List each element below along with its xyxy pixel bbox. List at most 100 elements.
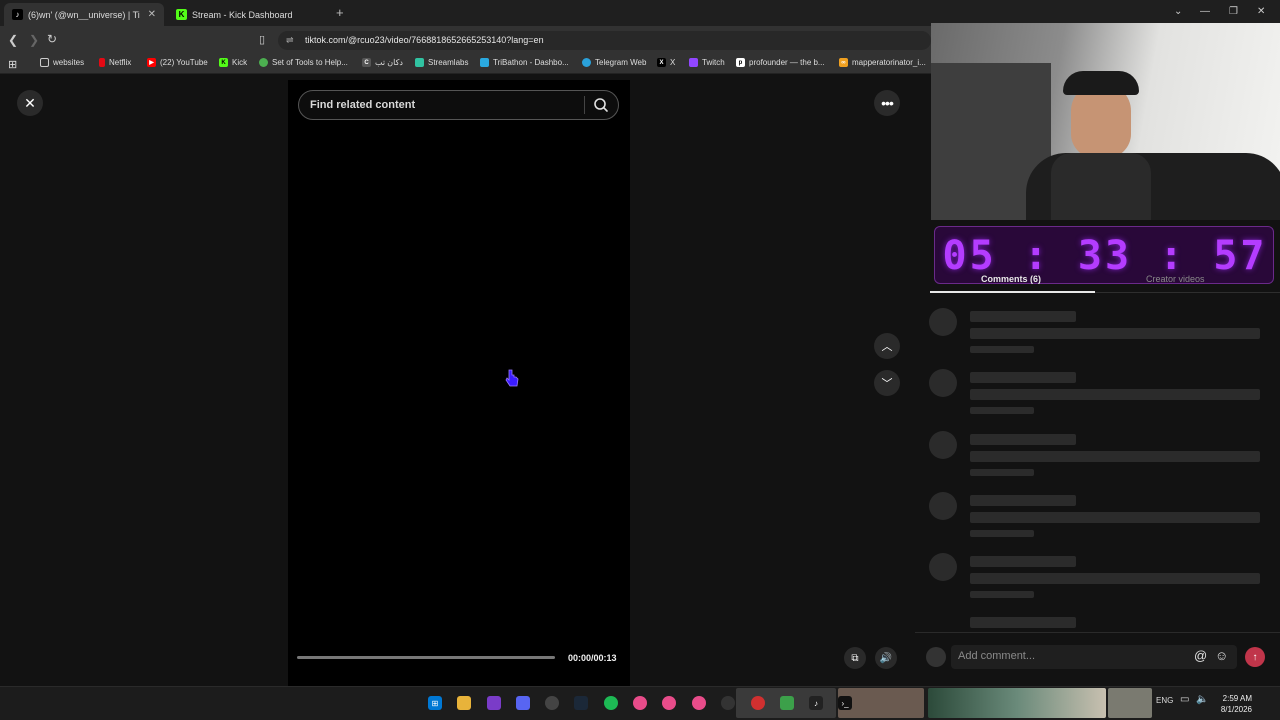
speaker-icon: 🔊 (879, 652, 893, 664)
steam-icon[interactable] (574, 696, 588, 710)
recording-icon[interactable] (751, 696, 765, 710)
system-clock[interactable]: 2:59 AM 8/1/2026 (1212, 693, 1252, 715)
discord-icon[interactable] (516, 696, 530, 710)
osu-icon[interactable] (662, 696, 676, 710)
bookmark-youtube[interactable]: ▶ (22) YouTube (147, 58, 208, 67)
tab-label: Stream - Kick Dashboard (192, 9, 293, 20)
skeleton-line (970, 451, 1260, 462)
skeleton-line (970, 512, 1260, 523)
volume-icon[interactable]: 🔈 (1196, 694, 1208, 705)
search-bar[interactable]: Find related content (298, 90, 619, 120)
twitch-icon (689, 58, 698, 67)
bookmark-mapperatorinator[interactable]: ∞ mapperatorinator_i... (839, 58, 926, 67)
bookmark-label: Twitch (702, 58, 725, 67)
video-player[interactable] (288, 80, 630, 686)
arrow-up-icon: ↑ (1252, 651, 1258, 663)
bookmark-label: profounder — the b... (749, 58, 825, 67)
tab-search-icon[interactable]: ⌄ (1174, 6, 1182, 17)
bookmark-tribathon[interactable]: TriBathon - Dashbo... (480, 58, 569, 67)
minimize-button[interactable]: — (1200, 6, 1210, 17)
osu-icon[interactable] (633, 696, 647, 710)
youtube-icon: ▶ (147, 58, 156, 67)
maximize-button[interactable]: ❐ (1229, 6, 1238, 17)
comment-field[interactable]: Add comment... @ ☺ (951, 645, 1237, 669)
tab-kick[interactable]: K Stream - Kick Dashboard (168, 3, 328, 26)
apps-icon[interactable]: ⊞ (8, 58, 17, 71)
site-info-icon[interactable]: ⇌ (286, 35, 294, 46)
mention-icon[interactable]: @ (1194, 648, 1207, 663)
terminal-icon[interactable]: ›_ (838, 696, 852, 710)
more-icon: ••• (881, 95, 894, 111)
skeleton-line (970, 389, 1260, 400)
file-explorer-icon[interactable] (457, 696, 471, 710)
skeleton-line (970, 495, 1076, 506)
skeleton-avatar (929, 431, 957, 459)
osu-icon[interactable] (692, 696, 706, 710)
obs-icon[interactable] (545, 696, 559, 710)
skeleton-line (970, 617, 1076, 628)
bookmark-x[interactable]: XX (657, 58, 675, 67)
kick-icon: K (176, 9, 187, 20)
taskbar-thumbnail[interactable] (1108, 688, 1152, 718)
previous-video-button[interactable]: ︿ (874, 333, 900, 359)
skeleton-line (970, 573, 1260, 584)
volume-button[interactable]: 🔊 (875, 647, 897, 669)
tab-tiktok[interactable]: ♪ (6)wn' (@wn__universe) | TikT ✕ (4, 3, 164, 26)
next-video-button[interactable]: ﹀ (874, 370, 900, 396)
forward-button[interactable]: ❯ (29, 33, 39, 47)
skeleton-line (970, 434, 1076, 445)
floating-player-button[interactable]: ⧉ (844, 647, 866, 669)
app-icon[interactable] (487, 696, 501, 710)
bookmark-websites[interactable]: websites (40, 58, 84, 67)
bookmark-telegram[interactable]: Telegram Web (582, 58, 646, 67)
tab-label: (6)wn' (@wn__universe) | TikT (28, 9, 140, 20)
network-icon[interactable]: ▭ (1180, 694, 1189, 705)
kick-icon: K (219, 58, 228, 67)
bookmark-tools[interactable]: Set of Tools to Help... (259, 58, 348, 67)
video-progress-bar[interactable] (297, 656, 555, 659)
bookmark-kick[interactable]: K Kick (219, 58, 247, 67)
bookmark-streamlabs[interactable]: Streamlabs (415, 58, 468, 67)
bookmark-twitch[interactable]: Twitch (689, 58, 725, 67)
emoji-icon[interactable]: ☺ (1215, 648, 1228, 663)
bookmark-label: دكان تب (375, 58, 403, 67)
streamer-cap (1063, 71, 1139, 95)
telegram-icon (582, 58, 591, 67)
more-options-button[interactable]: ••• (874, 90, 900, 116)
close-video-button[interactable]: ✕ (17, 90, 43, 116)
bookmark-arabic[interactable]: C دكان تب (362, 58, 403, 67)
spotify-icon[interactable] (604, 696, 618, 710)
bookmark-label: Streamlabs (428, 58, 469, 67)
language-indicator[interactable]: ENG (1156, 696, 1173, 705)
skeleton-avatar (929, 308, 957, 336)
start-icon[interactable]: ⊞ (428, 696, 442, 710)
app-icon[interactable] (721, 696, 735, 710)
skeleton-avatar (929, 492, 957, 520)
site-icon: C (362, 58, 371, 67)
new-tab-button[interactable]: + (336, 5, 344, 20)
netflix-icon (99, 58, 105, 67)
post-comment-button[interactable]: ↑ (1245, 647, 1265, 667)
webcam-overlay (931, 23, 1280, 220)
taskbar-thumbnail[interactable] (928, 688, 1106, 718)
minecraft-icon[interactable] (780, 696, 794, 710)
bookmark-icon[interactable]: ▯ (259, 33, 265, 46)
bookmark-netflix[interactable]: Netflix (99, 58, 131, 67)
close-tab-icon[interactable]: ✕ (148, 9, 156, 20)
tab-comments[interactable]: Comments (6) (981, 274, 1041, 284)
reload-button[interactable]: ↻ (47, 32, 57, 46)
bookmark-profounder[interactable]: p profounder — the b... (736, 58, 825, 67)
search-input[interactable]: Find related content (310, 99, 415, 111)
back-button[interactable]: ❮ (8, 33, 18, 47)
bookmark-label: X (670, 58, 676, 67)
bookmark-label: Telegram Web (595, 58, 647, 67)
tiktok-icon[interactable]: ♪ (809, 696, 823, 710)
bookmark-label: Set of Tools to Help... (272, 58, 348, 67)
comment-input[interactable]: Add comment... (958, 650, 1035, 662)
url-text[interactable]: tiktok.com/@rcuo23/video/766881865266525… (305, 35, 544, 45)
chevron-down-icon: ﹀ (881, 378, 893, 390)
timer-digits: 05 : 33 : 57 (942, 233, 1268, 279)
tab-creator-videos[interactable]: Creator videos (1146, 274, 1205, 284)
search-icon[interactable] (593, 97, 609, 113)
close-window-button[interactable]: ✕ (1257, 6, 1265, 17)
